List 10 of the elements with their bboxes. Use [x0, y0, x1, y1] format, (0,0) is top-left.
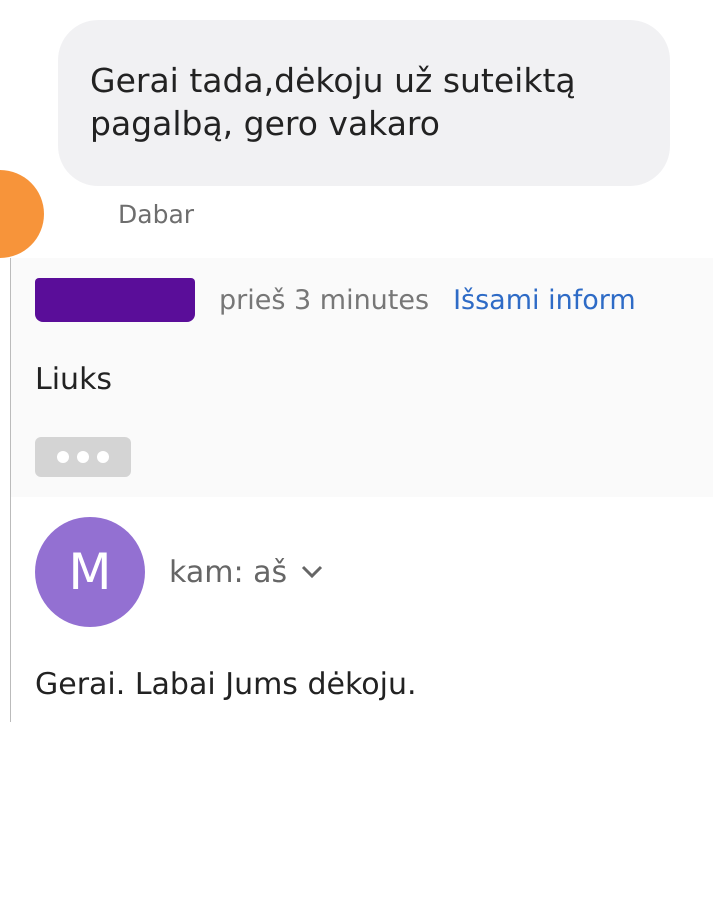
avatar: M — [35, 517, 145, 627]
chat-message: Gerai tada,dėkoju už suteiktą pagalbą, gero vakaro — [58, 20, 670, 186]
email-body: Liuks — [35, 362, 114, 397]
message-time: Dabar — [118, 200, 196, 229]
email-body: Gerai. Labai Jums dėkoju. — [35, 667, 418, 702]
details-link[interactable]: Išsami inform — [453, 284, 636, 316]
email-time: prieš 3 minutes — [219, 284, 430, 316]
more-button[interactable] — [35, 437, 131, 477]
recipient-toggle[interactable]: kam: aš — [169, 554, 324, 590]
chevron-down-icon — [301, 565, 324, 579]
